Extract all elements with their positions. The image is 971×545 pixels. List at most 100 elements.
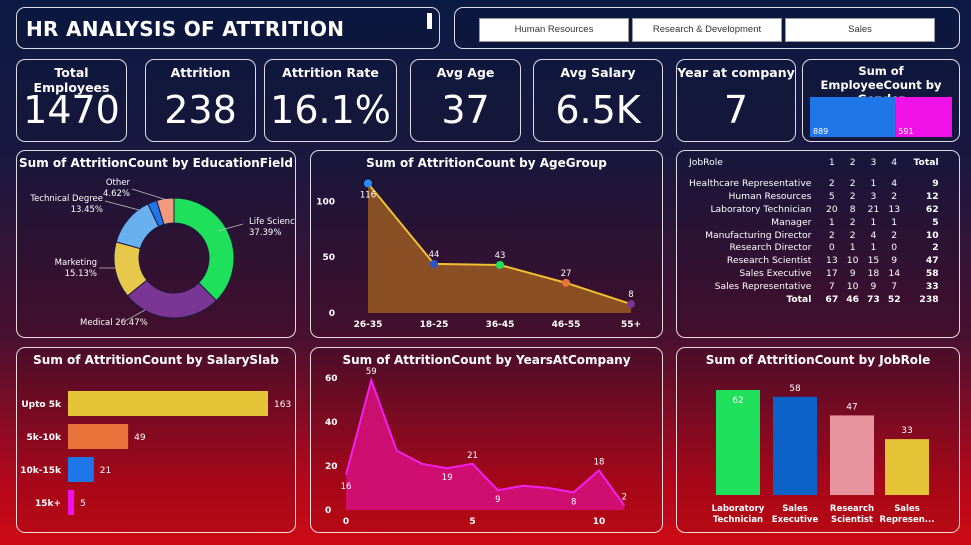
- donut-label: Medical 26.47%: [80, 318, 148, 328]
- table-cell: 2: [849, 229, 856, 241]
- table-cell: 1: [870, 177, 877, 189]
- x-tick-label: 55+: [621, 320, 641, 330]
- data-label: 59: [366, 367, 377, 377]
- x-tick-label: 0: [343, 517, 349, 527]
- table-cell: Research Scientist: [726, 255, 812, 267]
- category-label: Technician: [713, 515, 763, 525]
- bar-value-label: 33: [901, 426, 912, 436]
- data-label: 9: [495, 495, 500, 505]
- data-point: [364, 179, 372, 188]
- tab-sales[interactable]: Sales: [785, 18, 935, 42]
- donut-label: Technical Degree: [29, 194, 103, 204]
- column-header: 4: [891, 157, 898, 168]
- table-cell: 13: [825, 255, 838, 267]
- table-cell: 46: [846, 294, 860, 306]
- kpi-card-avg-age: Avg Age 37: [410, 59, 521, 142]
- donut-label: Life Sciences: [249, 217, 295, 227]
- category-label: Laboratory: [712, 504, 765, 514]
- years-area-chart: 0204060165919219 81820 5 10: [325, 367, 627, 527]
- table-cell: 67: [825, 294, 839, 306]
- table-cell: 9: [932, 177, 939, 189]
- table-cell: 58: [925, 268, 939, 280]
- table-cell: 5: [828, 190, 835, 202]
- table-total-row: Total 67 46 73 52 238: [685, 294, 943, 307]
- table-cell: 2: [828, 177, 835, 189]
- category-label: 10k-15k: [20, 466, 62, 476]
- table-cell: Laboratory Technician: [710, 203, 812, 215]
- x-tick-label: 36-45: [486, 320, 515, 330]
- kpi-value: 1470: [23, 88, 120, 132]
- jobrole-bar: [773, 396, 817, 495]
- kpi-value: 37: [441, 88, 490, 132]
- table-cell: 5: [932, 216, 939, 228]
- x-tick-label: 26-35: [354, 320, 383, 330]
- column-header: 3: [870, 157, 877, 168]
- salary-bar: [68, 424, 129, 449]
- y-tick-label: 0: [325, 506, 331, 516]
- category-label: Sales: [782, 504, 808, 514]
- table-cell: 4: [870, 229, 877, 241]
- gender-bar-label: 889: [813, 127, 828, 136]
- donut-pct: 37.39%: [249, 228, 281, 238]
- tab-research-development[interactable]: Research & Development: [632, 18, 782, 42]
- table-cell: 2: [891, 190, 898, 202]
- table-cell: 1: [849, 242, 856, 254]
- category-label: Scientist: [831, 515, 873, 525]
- tab-human-resources[interactable]: Human Resources: [479, 18, 629, 42]
- category-label: Represen...: [880, 515, 935, 525]
- bar-value-label: 58: [789, 384, 801, 394]
- kpi-label: Year at company: [677, 65, 795, 80]
- data-label: 16: [341, 482, 352, 492]
- kpi-label: Avg Age: [436, 65, 495, 80]
- table-cell: 21: [867, 203, 880, 215]
- area-fill: [346, 380, 625, 510]
- salary-bar-chart: Upto 5k 163 5k-10k 49 10k-15k 21 15k+ 5: [20, 391, 291, 515]
- table-cell: Manager: [771, 216, 812, 228]
- x-tick-label: 10: [593, 517, 606, 527]
- table-cell: 8: [849, 203, 856, 215]
- x-tick-label: 18-25: [420, 320, 449, 330]
- table-cell: 9: [870, 281, 877, 293]
- agegroup-panel: Sum of AttritionCount by AgeGroup 0 50 100…: [310, 150, 663, 338]
- bar-value-label: 5: [80, 499, 86, 509]
- data-label: 116: [360, 190, 376, 200]
- table-cell: 2: [849, 177, 856, 189]
- table-cell: 13: [888, 203, 901, 215]
- category-label: 15k+: [35, 499, 61, 509]
- department-slicer: Human Resources Research & Development S…: [454, 7, 960, 49]
- jobrole-bar: [885, 439, 929, 495]
- jobrole-matrix-panel: JobRole 1 2 3 4 Total Healthcare Representativ…: [676, 150, 960, 338]
- table-cell: Research Director: [729, 242, 812, 254]
- kpi-card-years-at-company: Year at company 7: [676, 59, 796, 142]
- bar-value-label: 21: [100, 466, 111, 476]
- y-tick-label: 0: [329, 309, 335, 319]
- table-cell: 10: [846, 281, 859, 293]
- title-panel: HR ANALYSIS OF ATTRITION: [16, 7, 440, 49]
- table-cell: Human Resources: [728, 190, 812, 202]
- x-tick-label: 46-55: [552, 320, 581, 330]
- area-fill: [368, 183, 631, 313]
- table-cell: 20: [825, 203, 838, 215]
- kpi-value: 16.1%: [270, 88, 391, 132]
- table-cell: Healthcare Representative: [689, 177, 812, 189]
- scroll-handle[interactable]: [427, 13, 432, 29]
- table-row: Sales Representative 7 10 9 7 33: [685, 281, 943, 294]
- column-header: Total: [913, 157, 939, 168]
- table-cell: 9: [849, 268, 856, 280]
- data-label: 18: [594, 457, 605, 467]
- table-cell: 15: [867, 255, 880, 267]
- jobrole-matrix: JobRole 1 2 3 4 Total Healthcare Representativ…: [685, 157, 943, 307]
- table-cell: 52: [887, 294, 901, 306]
- column-header: 2: [849, 157, 856, 168]
- table-row: Sales Executive 17 9 18 14 58: [685, 268, 943, 281]
- data-label: 27: [561, 269, 572, 279]
- category-label: Research: [830, 504, 874, 514]
- category-label: Sales: [894, 504, 920, 514]
- table-cell: Manufacturing Director: [705, 229, 812, 241]
- table-row: Research Scientist 13 10 15 9 47: [685, 255, 943, 268]
- y-tick-label: 50: [322, 253, 335, 263]
- table-cell: 2: [891, 229, 898, 241]
- bar-value-label: 62: [732, 396, 743, 406]
- table-row: Manager 1 2 1 1 5: [685, 217, 943, 230]
- kpi-card-attrition: Attrition 238: [145, 59, 256, 142]
